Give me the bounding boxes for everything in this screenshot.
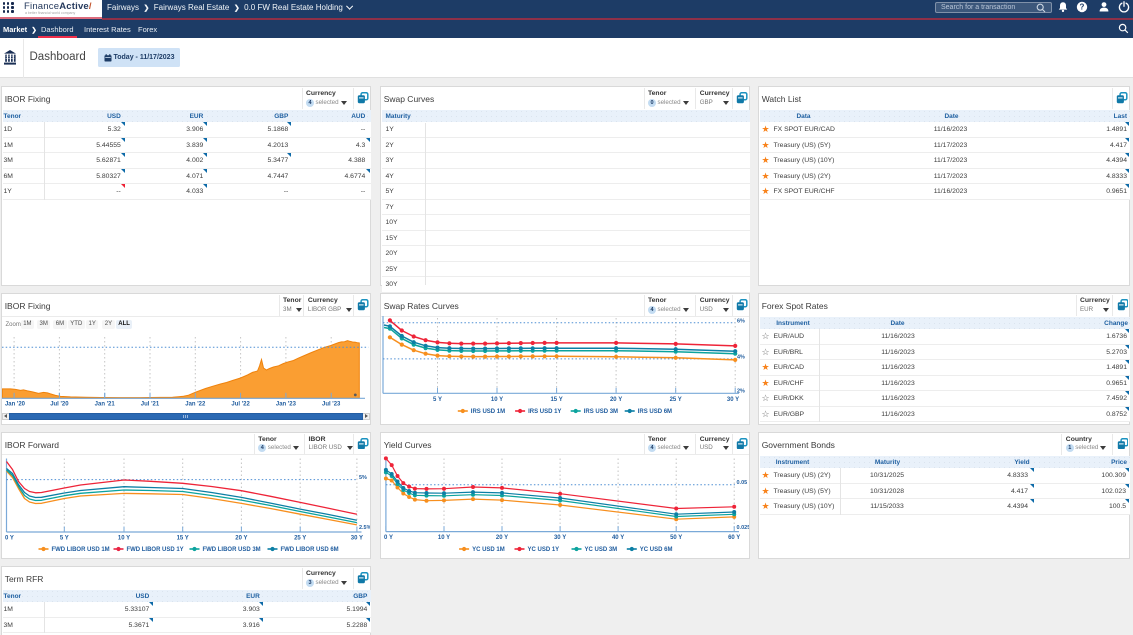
svg-text:IRS USD 6M: IRS USD 6M bbox=[637, 409, 671, 415]
svg-text:IRS USD 1Y: IRS USD 1Y bbox=[528, 409, 561, 415]
svg-text:2.5%: 2.5% bbox=[358, 524, 369, 530]
svg-text:30 Y: 30 Y bbox=[726, 397, 738, 403]
svg-text:FWD LIBOR USD 6M: FWD LIBOR USD 6M bbox=[280, 547, 338, 553]
svg-text:0 Y: 0 Y bbox=[5, 535, 14, 541]
svg-text:IRS USD 3M: IRS USD 3M bbox=[583, 409, 617, 415]
svg-text:Jul '23: Jul '23 bbox=[322, 401, 341, 407]
svg-text:5 Y: 5 Y bbox=[433, 397, 442, 403]
svg-text:YC USD 3M: YC USD 3M bbox=[584, 547, 617, 553]
svg-text:FWD LIBOR USD 1Y: FWD LIBOR USD 1Y bbox=[126, 547, 183, 553]
svg-text:6%: 6% bbox=[737, 318, 745, 324]
svg-text:5%: 5% bbox=[358, 474, 366, 480]
svg-text:Jan '21: Jan '21 bbox=[94, 401, 115, 407]
svg-text:Jul '22: Jul '22 bbox=[231, 401, 250, 407]
svg-text:4%: 4% bbox=[737, 355, 745, 361]
svg-text:YC USD 1Y: YC USD 1Y bbox=[527, 547, 559, 553]
svg-text:?: ? bbox=[1080, 3, 1085, 12]
svg-text:Jul '20: Jul '20 bbox=[50, 401, 69, 407]
svg-text:30 Y: 30 Y bbox=[553, 535, 565, 541]
svg-text:Jan '20: Jan '20 bbox=[4, 401, 25, 407]
svg-text:60 Y: 60 Y bbox=[728, 535, 740, 541]
svg-text:10 Y: 10 Y bbox=[490, 397, 502, 403]
svg-text:5 Y: 5 Y bbox=[59, 535, 68, 541]
svg-text:25 Y: 25 Y bbox=[669, 397, 681, 403]
svg-text:FWD LIBOR USD 3M: FWD LIBOR USD 3M bbox=[202, 547, 260, 553]
svg-text:20 Y: 20 Y bbox=[495, 535, 507, 541]
svg-text:Jan '23: Jan '23 bbox=[275, 401, 296, 407]
svg-text:0 Y: 0 Y bbox=[384, 535, 393, 541]
svg-text:25 Y: 25 Y bbox=[294, 535, 306, 541]
svg-text:Jul '21: Jul '21 bbox=[140, 401, 159, 407]
svg-text:15 Y: 15 Y bbox=[550, 397, 562, 403]
svg-text:50 Y: 50 Y bbox=[670, 535, 682, 541]
svg-text:YC USD 1M: YC USD 1M bbox=[472, 547, 505, 553]
svg-text:IRS USD 1M: IRS USD 1M bbox=[470, 409, 504, 415]
svg-text:30 Y: 30 Y bbox=[350, 535, 362, 541]
svg-text:10 Y: 10 Y bbox=[117, 535, 129, 541]
svg-text:20 Y: 20 Y bbox=[609, 397, 621, 403]
svg-text:0.05: 0.05 bbox=[736, 480, 747, 486]
svg-text:Jan '22: Jan '22 bbox=[185, 401, 206, 407]
svg-text:FWD LIBOR USD 1M: FWD LIBOR USD 1M bbox=[51, 547, 109, 553]
svg-text:2%: 2% bbox=[737, 389, 745, 395]
svg-text:0.025: 0.025 bbox=[736, 525, 749, 531]
svg-text:10 Y: 10 Y bbox=[437, 535, 449, 541]
svg-text:15 Y: 15 Y bbox=[176, 535, 188, 541]
svg-text:20 Y: 20 Y bbox=[235, 535, 247, 541]
svg-text:YC USD 6M: YC USD 6M bbox=[639, 547, 672, 553]
svg-text:40 Y: 40 Y bbox=[611, 535, 623, 541]
